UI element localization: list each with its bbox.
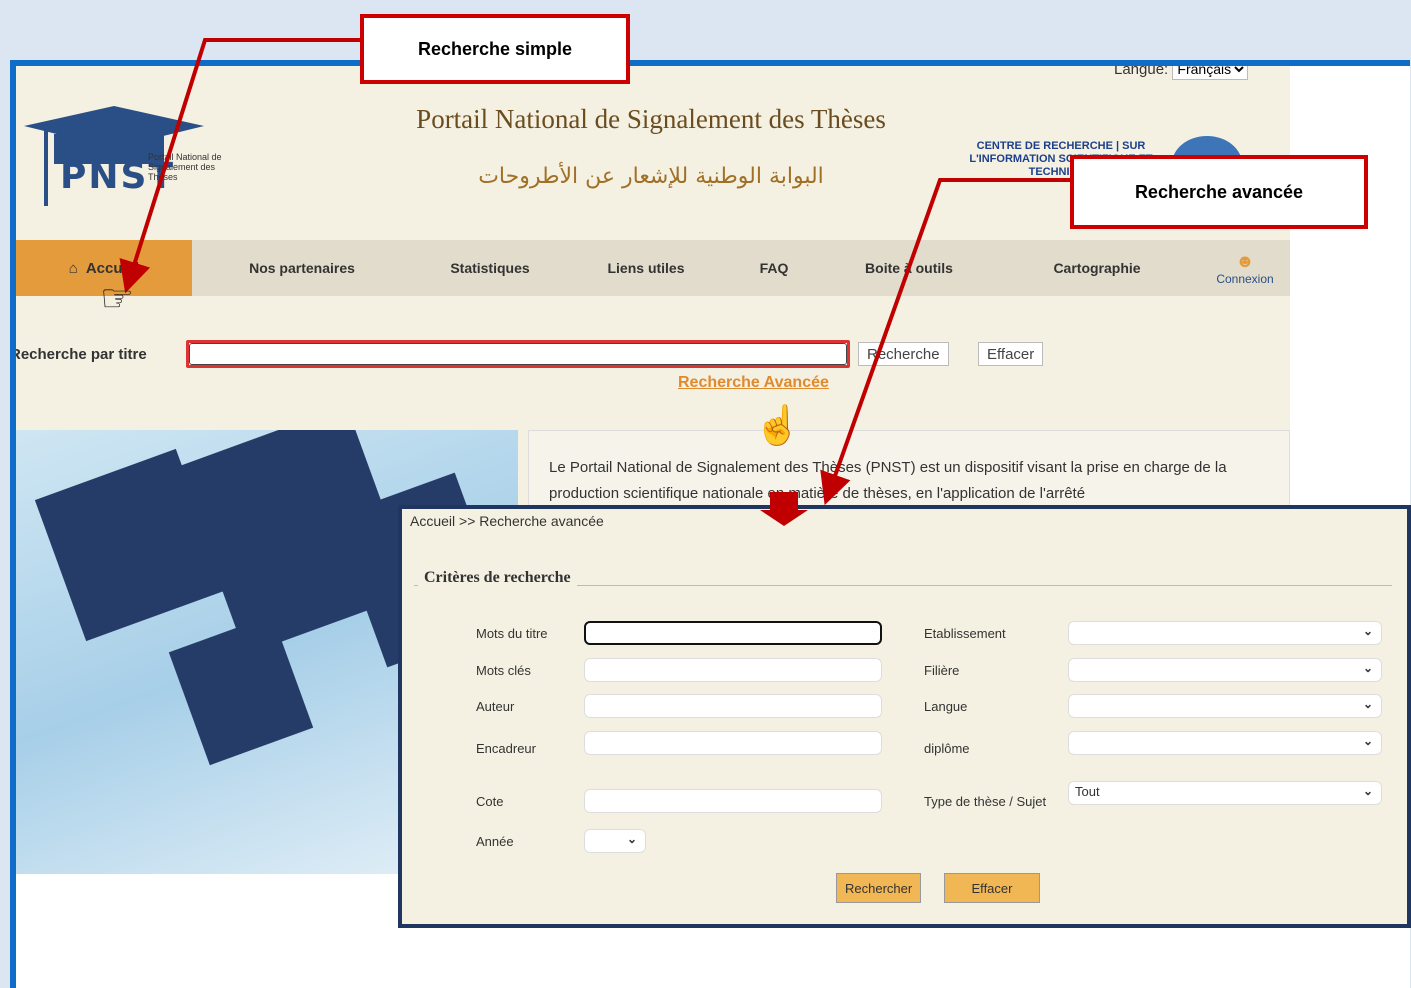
annotation-arrows [119, 38, 1072, 526]
pointer-hand-icon: ☞ [100, 278, 135, 320]
callout-recherche-simple: Recherche simple [360, 14, 630, 84]
pointer-hand-icon: ☝ [754, 405, 802, 447]
callout-recherche-avancee: Recherche avancée [1070, 155, 1368, 229]
